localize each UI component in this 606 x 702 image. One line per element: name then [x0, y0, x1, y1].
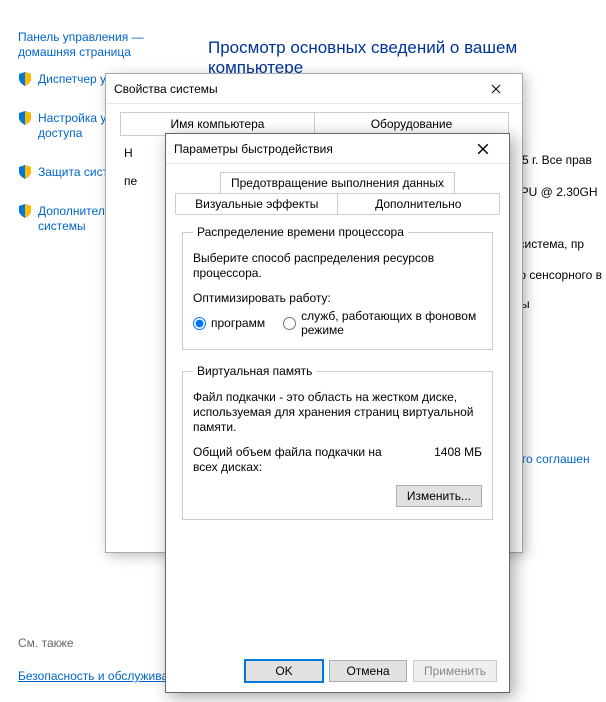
radio-services-input[interactable]	[283, 317, 296, 330]
vm-total-label: Общий объем файла подкачки на всех диска…	[193, 445, 393, 475]
page-title: Просмотр основных сведений о вашем компь…	[208, 38, 606, 78]
shield-icon	[18, 111, 32, 125]
titlebar: Параметры быстродействия	[166, 134, 509, 164]
tab-computer-name[interactable]: Имя компьютера	[120, 112, 315, 135]
perf-body: Распределение времени процессора Выберит…	[166, 215, 509, 544]
cpu-hint: Выберите способ распределения ресурсов п…	[193, 251, 482, 281]
cp-home-link[interactable]: Панель управления — домашняя страница	[18, 30, 158, 60]
group-legend: Виртуальная память	[193, 364, 316, 378]
see-also-link[interactable]: Безопасность и обслуживание	[18, 669, 188, 684]
dialog-title: Параметры быстродействия	[174, 142, 465, 156]
optimize-label: Оптимизировать работу:	[193, 291, 482, 305]
close-icon[interactable]	[478, 77, 514, 101]
see-also-label: См. также	[18, 636, 74, 650]
radio-label: служб, работающих в фоновом режиме	[301, 309, 482, 337]
titlebar: Свойства системы	[106, 74, 522, 104]
performance-options-dialog: Параметры быстродействия Предотвращение …	[165, 133, 510, 693]
text-fragment: пе	[124, 174, 137, 188]
close-icon[interactable]	[465, 137, 501, 161]
tab-hardware[interactable]: Оборудование	[314, 112, 509, 135]
text-fragment: Н	[124, 146, 133, 160]
tab-dep[interactable]: Предотвращение выполнения данных	[220, 172, 455, 193]
tab-advanced[interactable]: Дополнительно	[337, 193, 501, 214]
radio-programs-input[interactable]	[193, 317, 206, 330]
vm-total-value: 1408 МБ	[434, 445, 482, 475]
vm-total-row: Общий объем файла подкачки на всех диска…	[193, 445, 482, 475]
shield-icon	[18, 72, 32, 86]
change-button[interactable]: Изменить...	[396, 485, 482, 507]
ok-button[interactable]: OK	[245, 660, 323, 682]
shield-icon	[18, 204, 32, 218]
tab-visual-effects[interactable]: Визуальные эффекты	[175, 193, 339, 214]
cancel-button[interactable]: Отмена	[329, 660, 407, 682]
dialog-title: Свойства системы	[114, 82, 478, 96]
radio-programs[interactable]: программ	[193, 316, 265, 330]
apply-button[interactable]: Применить	[413, 660, 497, 682]
group-virtual-memory: Виртуальная память Файл подкачки - это о…	[182, 364, 493, 520]
group-legend: Распределение времени процессора	[193, 225, 408, 239]
dialog-footer: OK Отмена Применить	[166, 660, 509, 682]
vm-hint: Файл подкачки - это область на жестком д…	[193, 390, 482, 435]
radio-services[interactable]: служб, работающих в фоновом режиме	[283, 309, 482, 337]
radio-label: программ	[211, 316, 265, 330]
radio-row: программ служб, работающих в фоновом реж…	[193, 309, 482, 337]
group-cpu-scheduling: Распределение времени процессора Выберит…	[182, 225, 493, 350]
shield-icon	[18, 165, 32, 179]
perf-tabs: Предотвращение выполнения данных Визуаль…	[176, 172, 499, 214]
